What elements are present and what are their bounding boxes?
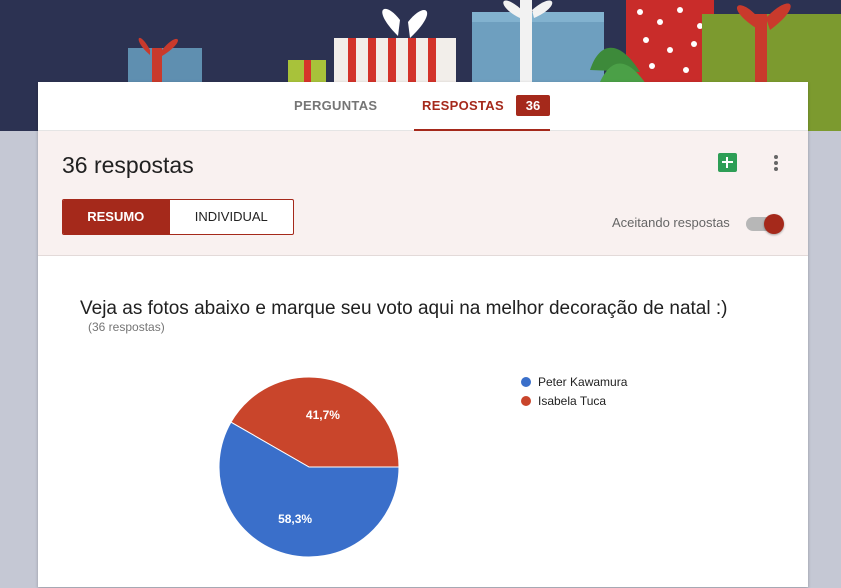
view-toggle: RESUMO INDIVIDUAL [62, 199, 294, 235]
accepting-responses-label: Aceitando respostas [612, 215, 730, 230]
responses-card: PERGUNTAS RESPOSTAS 36 36 respostas RESU… [38, 82, 808, 587]
page-title: 36 respostas [62, 152, 194, 178]
summary-panel: 36 respostas RESUMO INDIVIDUAL Aceitando… [38, 131, 808, 256]
spreadsheet-icon[interactable] [718, 153, 737, 172]
tab-respostas[interactable]: RESPOSTAS [422, 82, 504, 130]
responses-count-badge: 36 [516, 95, 550, 116]
tab-bar: PERGUNTAS RESPOSTAS 36 [38, 82, 808, 131]
toggle-knob[interactable] [764, 214, 784, 234]
slice-percent-label: 41,7% [306, 408, 340, 422]
pie-chart: 41,7% 58,3% Peter Kawamura Isabela Tuca [218, 375, 628, 558]
tab-perguntas[interactable]: PERGUNTAS [294, 82, 377, 130]
individual-button[interactable]: INDIVIDUAL [168, 200, 293, 234]
slice-percent-label: 58,3% [278, 512, 312, 526]
legend-swatch [521, 377, 531, 387]
summary-button[interactable]: RESUMO [63, 200, 169, 234]
more-vert-icon[interactable] [768, 153, 784, 173]
legend-swatch [521, 396, 531, 406]
legend-label: Peter Kawamura [538, 375, 628, 389]
legend-label: Isabela Tuca [538, 394, 606, 408]
